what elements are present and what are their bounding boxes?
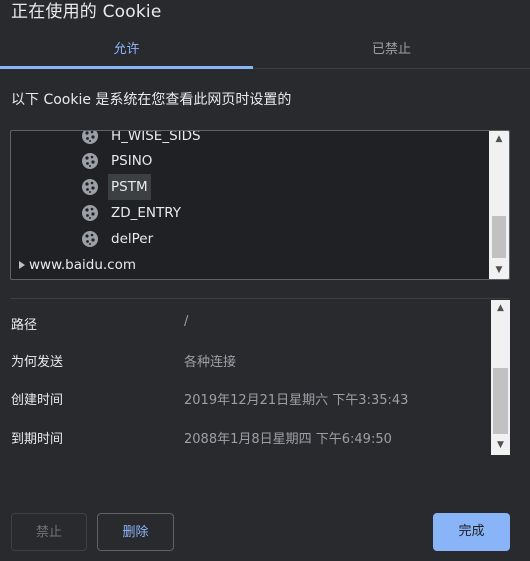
tab-allowed[interactable]: 允许 bbox=[0, 34, 253, 68]
active-tab-indicator bbox=[0, 66, 253, 69]
cookie-item-label: delPer bbox=[111, 231, 154, 247]
cookie-icon bbox=[82, 131, 98, 144]
tab-blocked[interactable]: 已禁止 bbox=[265, 34, 518, 68]
dialog-title: 正在使用的 Cookie bbox=[11, 2, 162, 22]
detail-value: 2019年12月21日星期六 下午3:35:43 bbox=[184, 393, 409, 408]
detail-key: 到期时间 bbox=[11, 432, 64, 447]
tab-bar: 允许 已禁止 bbox=[0, 34, 530, 69]
detail-key: 为何发送 bbox=[11, 355, 64, 370]
tree-scrollbar[interactable]: ▲ ▼ bbox=[489, 131, 509, 279]
detail-value: 各种连接 bbox=[184, 355, 237, 370]
block-button[interactable]: 禁止 bbox=[11, 513, 87, 551]
expand-arrow-icon[interactable] bbox=[19, 261, 25, 269]
site-item-label: www.baidu.com bbox=[29, 257, 137, 273]
scroll-thumb[interactable] bbox=[492, 216, 506, 258]
section-description: 以下 Cookie 是系统在您查看此网页时设置的 bbox=[11, 92, 292, 108]
divider bbox=[10, 298, 510, 299]
done-button[interactable]: 完成 bbox=[433, 513, 510, 551]
scroll-thumb[interactable] bbox=[493, 368, 508, 434]
detail-value: / bbox=[184, 314, 189, 329]
scroll-up-arrow-icon[interactable]: ▲ bbox=[489, 131, 509, 148]
cookie-item-label: PSTM bbox=[108, 174, 151, 200]
cookie-icon bbox=[82, 153, 98, 169]
detail-key: 路径 bbox=[11, 318, 38, 333]
details-scrollbar[interactable]: ▲ ▼ bbox=[491, 300, 510, 455]
cookie-icon bbox=[82, 179, 98, 195]
cookie-icon bbox=[82, 205, 98, 221]
detail-key: 创建时间 bbox=[11, 393, 64, 408]
cookie-details: 路径 / 为何发送 各种连接 创建时间 2019年12月21日星期六 下午3:3… bbox=[0, 300, 510, 455]
scroll-up-arrow-icon[interactable]: ▲ bbox=[491, 300, 510, 317]
cookie-tree[interactable]: H_WISE_SIDS PSINO PSTM ZD_ENTRY delPer w… bbox=[10, 130, 510, 280]
scroll-down-arrow-icon[interactable]: ▼ bbox=[491, 437, 510, 454]
cookie-tree-list: H_WISE_SIDS PSINO PSTM ZD_ENTRY delPer w… bbox=[11, 131, 489, 279]
cookie-item-label: PSINO bbox=[111, 153, 153, 169]
cookie-item-label: ZD_ENTRY bbox=[111, 205, 182, 221]
scroll-down-arrow-icon[interactable]: ▼ bbox=[489, 262, 509, 279]
cookie-item-label: H_WISE_SIDS bbox=[111, 130, 201, 144]
delete-button[interactable]: 删除 bbox=[97, 513, 174, 551]
cookie-icon bbox=[82, 231, 98, 247]
detail-value: 2088年1月8日星期四 下午6:49:50 bbox=[184, 432, 392, 447]
